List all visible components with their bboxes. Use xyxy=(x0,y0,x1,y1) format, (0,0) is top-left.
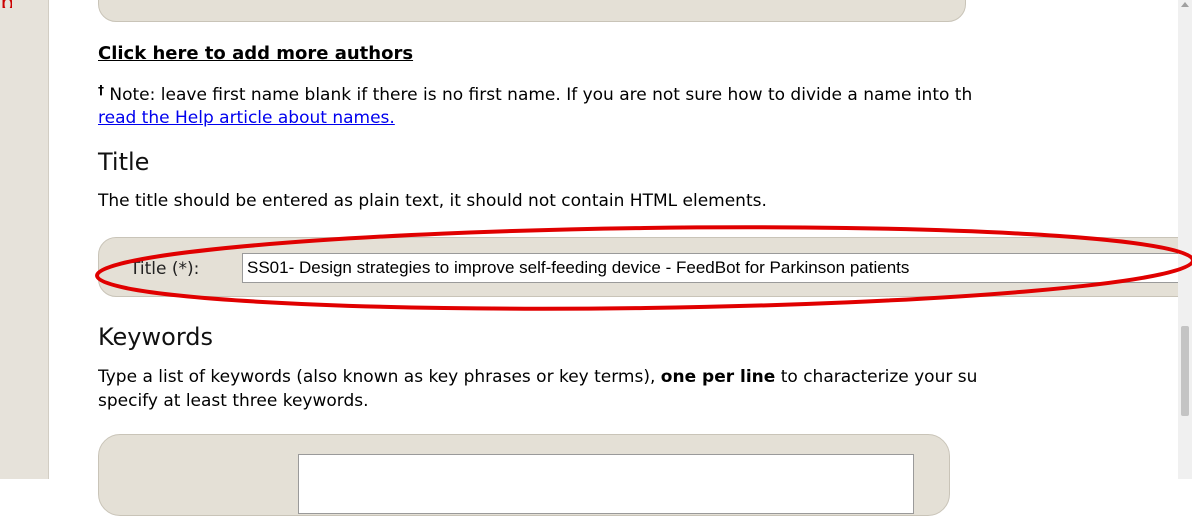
keywords-description-line2: specify at least three keywords. xyxy=(98,391,369,411)
previous-fieldset-panel xyxy=(98,0,966,22)
vertical-scrollbar[interactable] xyxy=(1178,0,1192,479)
scroll-up-arrow-icon[interactable] xyxy=(1181,2,1189,7)
title-field-label: Title (*): xyxy=(130,259,200,279)
keywords-description: Type a list of keywords (also known as k… xyxy=(98,367,1180,387)
add-more-authors-link[interactable]: Click here to add more authors xyxy=(98,43,413,64)
title-input[interactable] xyxy=(242,253,1182,283)
scrollbar-thumb[interactable] xyxy=(1181,326,1189,416)
gutter-divider xyxy=(48,0,49,479)
keywords-desc-part1: Type a list of keywords (also known as k… xyxy=(98,367,661,387)
keywords-heading: Keywords xyxy=(98,323,214,351)
keywords-desc-bold: one per line xyxy=(660,367,776,387)
help-names-link[interactable]: read the Help article about names. xyxy=(98,108,395,128)
authors-note-text: Note: leave first name blank if there is… xyxy=(104,85,973,105)
red-corner-mark-icon: p xyxy=(0,0,12,8)
left-gutter xyxy=(0,0,48,479)
title-heading: Title xyxy=(98,148,150,176)
title-description: The title should be entered as plain tex… xyxy=(98,191,767,211)
keywords-desc-part2: to characterize your su xyxy=(775,367,978,387)
keywords-textarea[interactable] xyxy=(298,454,914,514)
authors-note: † Note: leave first name blank if there … xyxy=(98,83,1180,105)
